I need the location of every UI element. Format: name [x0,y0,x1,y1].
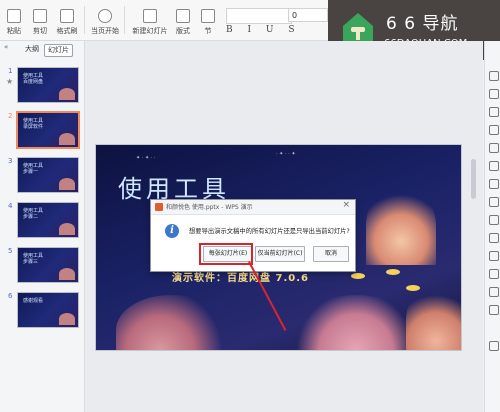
dialog-message: 想要导出演示文稿中的所有幻灯片还是只导出当前幻灯片? [189,228,350,235]
coral-decoration [59,88,75,100]
info-icon: i [165,224,179,238]
paste-label: 粘贴 [7,27,21,35]
section-label: 节 [204,27,212,35]
slide-number: 5 [8,247,13,255]
slide-thumbnail-selected[interactable]: 2 使用工具 录屏软件 [0,111,84,150]
thumb-text: 使用工具 步骤三 [23,253,44,265]
vertical-scrollbar-thumb[interactable] [471,159,476,199]
star-decoration: ✦ · ✦ · · [136,155,156,161]
select-icon[interactable] [489,143,499,153]
annotation-highlight-box [199,243,253,265]
clipboard-icon [7,9,21,23]
font-size-input[interactable]: 0 [288,8,328,22]
attach-icon[interactable] [489,269,499,279]
audio-icon[interactable] [489,233,499,243]
text-icon[interactable] [489,341,499,351]
thumb-text: 使用工具 步骤二 [23,208,44,220]
fish-decoration [351,273,365,279]
coral-decoration [366,185,436,265]
backup-icon[interactable] [489,161,499,171]
star-decoration: · ✦ · · ✦ [276,151,296,157]
link-icon[interactable] [489,251,499,261]
toolbar-divider [124,6,125,34]
cut-button[interactable]: 剪切 [30,4,50,36]
property-icon[interactable] [489,71,499,81]
collapse-panel-icon[interactable]: « [4,43,8,51]
tab-slides[interactable]: 幻灯片 [44,44,73,57]
layout-icon [176,9,190,23]
slide-thumbnail[interactable]: 1 ★ 使用工具 百度网盘 [0,67,84,105]
slide-thumb-image: 使用工具 百度网盘 [17,67,79,103]
format-painter-label: 格式刷 [56,27,78,35]
play-from-current-button[interactable]: 当页开始 [90,4,120,36]
slide-thumbnail[interactable]: 6 感谢观看 [0,292,84,330]
slide-thumbnail[interactable]: 3 使用工具 步骤一 [0,157,84,195]
fish-decoration [406,285,420,291]
slide-number: 1 [8,67,13,75]
wps-presentation-icon [155,203,163,211]
tab-outline[interactable]: 大纲 [22,44,42,55]
thumb-text: 感谢观看 [23,298,44,304]
play-icon [98,9,112,23]
coral-decoration [59,178,75,190]
export-dialog: 和颜悦色 使用.pptx - WPS 演示 × i 想要导出演示文稿中的所有幻灯… [150,199,356,272]
fish-decoration [386,269,400,275]
paste-button[interactable]: 粘贴 [4,4,24,36]
dialog-title: 和颜悦色 使用.pptx - WPS 演示 [166,204,253,211]
right-tool-sidebar [484,41,500,412]
brush-icon [60,9,74,23]
close-icon[interactable]: × [342,200,350,210]
watermark-title: 6 6 导航 [386,14,459,34]
help-icon[interactable] [489,179,499,189]
coral-decoration [296,295,416,350]
section-button[interactable]: 节 [198,4,218,36]
slide-thumbnail[interactable]: 4 使用工具 步骤二 [0,202,84,240]
coral-decoration [406,285,461,350]
thumb-text: 使用工具 步骤一 [23,163,44,175]
lock-icon[interactable] [489,305,499,315]
layout-button[interactable]: 版式 [172,4,194,36]
cut-label: 剪切 [33,27,47,35]
coral-decoration [116,295,226,350]
slide-thumb-image: 使用工具 步骤三 [17,247,79,283]
image-icon[interactable] [489,287,499,297]
star-icon: ★ [6,77,14,86]
section-icon [201,9,215,23]
slide-thumbnail-panel: « 大纲 幻灯片 1 ★ 使用工具 百度网盘 2 使用工具 录屏软件 3 使用工… [0,41,85,412]
new-slide-button[interactable]: 新建幻灯片 [130,4,170,36]
coral-decoration [59,133,75,145]
dialog-titlebar[interactable]: 和颜悦色 使用.pptx - WPS 演示 × [151,200,355,215]
slide-number: 2 [8,112,13,120]
coral-decoration [59,223,75,235]
new-slide-label: 新建幻灯片 [132,27,168,35]
shape-icon[interactable] [489,125,499,135]
scissors-icon [33,9,47,23]
share-icon[interactable] [489,215,499,225]
animation-icon[interactable] [489,89,499,99]
format-painter-button[interactable]: 格式刷 [56,4,78,36]
slide-number: 4 [8,202,13,210]
slide-thumb-image: 感谢观看 [17,292,79,328]
slide-icon [143,9,157,23]
play-label: 当页开始 [91,27,119,35]
text-format-buttons[interactable]: B I U S [226,25,301,35]
coral-decoration [59,313,75,325]
table-icon[interactable] [489,197,499,207]
export-current-slide-button[interactable]: 仅当前幻灯片(C) [255,246,305,262]
layout-label: 版式 [176,27,190,35]
transition-icon[interactable] [489,107,499,117]
panel-tabs: « 大纲 幻灯片 [0,41,84,57]
slide-number: 3 [8,157,13,165]
toolbar-divider [84,6,85,34]
font-family-select[interactable] [226,8,292,24]
slide-thumbnail[interactable]: 5 使用工具 步骤三 [0,247,84,285]
thumb-text: 使用工具 百度网盘 [23,73,44,85]
cancel-button[interactable]: 取消 [313,246,349,262]
slide-number: 6 [8,292,13,300]
thumb-text: 使用工具 录屏软件 [23,118,44,130]
coral-decoration [59,268,75,280]
slide-thumb-image: 使用工具 步骤二 [17,202,79,238]
slide-thumb-image: 使用工具 录屏软件 [16,111,80,149]
slide-thumb-image: 使用工具 步骤一 [17,157,79,193]
